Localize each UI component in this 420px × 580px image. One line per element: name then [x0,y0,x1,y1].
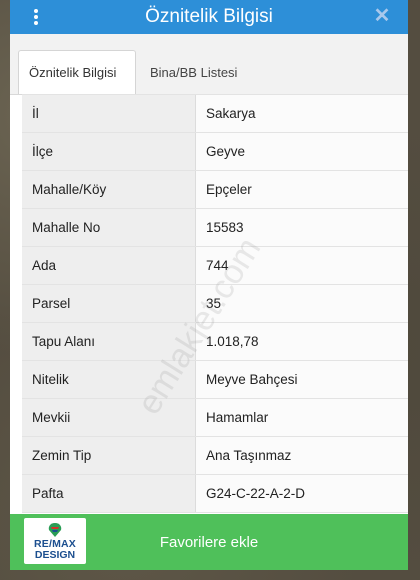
attribute-value: Ana Taşınmaz [196,437,408,474]
table-row: Mevkii Hamamlar [22,399,408,437]
attribute-key: Nitelik [22,361,196,398]
attribute-value: 744 [196,247,408,284]
attribute-table: İl Sakarya İlçe Geyve Mahalle/Köy Epçeler Maha… [22,94,408,513]
attribute-key: İl [22,95,196,132]
attribute-key: Zemin Tip [22,437,196,474]
favorites-button-label: Favorilere ekle [159,533,259,551]
close-icon[interactable]: ✕ [372,6,392,26]
attribute-key: Tapu Alanı [22,323,196,360]
attribute-value: 15583 [196,209,408,246]
table-row: Nitelik Meyve Bahçesi [22,361,408,399]
attribute-value: Geyve [196,133,408,170]
attribute-key: Parsel [22,285,196,322]
logo-text-office: DESIGN [34,549,76,561]
attribute-key: Mahalle No [22,209,196,246]
tab-bar: Öznitelik Bilgisi Bina/BB Listesi [10,34,408,95]
attribute-key: Pafta [22,475,196,512]
table-row: İl Sakarya [22,95,408,133]
table-row: Mahalle/Köy Epçeler [22,171,408,209]
attribute-key: Mahalle/Köy [22,171,196,208]
attribute-key: Ada [22,247,196,284]
attribute-value: Hamamlar [196,399,408,436]
attribute-value: Sakarya [196,95,408,132]
dialog-titlebar: Öznitelik Bilgisi ✕ [10,0,408,34]
attribute-value: Epçeler [196,171,408,208]
table-row: Zemin Tip Ana Taşınmaz [22,437,408,475]
attribute-key: İlçe [22,133,196,170]
tab-label: Bina/BB Listesi [150,64,238,80]
attribute-value: G24-C-22-A-2-D [196,475,408,512]
table-row: Parsel 35 [22,285,408,323]
balloon-icon [48,523,62,537]
attribute-value: 1.018,78 [196,323,408,360]
vertical-dots-icon[interactable] [26,7,46,27]
attribute-dialog: Öznitelik Bilgisi ✕ Öznitelik Bilgisi Bi… [10,0,408,570]
remax-logo: RE/MAX DESIGN [24,518,86,564]
table-row: Mahalle No 15583 [22,209,408,247]
table-row: Pafta G24-C-22-A-2-D [22,475,408,513]
tab-attribute-info[interactable]: Öznitelik Bilgisi [18,50,136,94]
table-row: İlçe Geyve [22,133,408,171]
attribute-value: Meyve Bahçesi [196,361,408,398]
table-row: Ada 744 [22,247,408,285]
dialog-title: Öznitelik Bilgisi [145,6,273,27]
tab-building-list[interactable]: Bina/BB Listesi [142,50,237,94]
table-row: Tapu Alanı 1.018,78 [22,323,408,361]
attribute-key: Mevkii [22,399,196,436]
attribute-value: 35 [196,285,408,322]
tab-label: Öznitelik Bilgisi [29,65,117,80]
